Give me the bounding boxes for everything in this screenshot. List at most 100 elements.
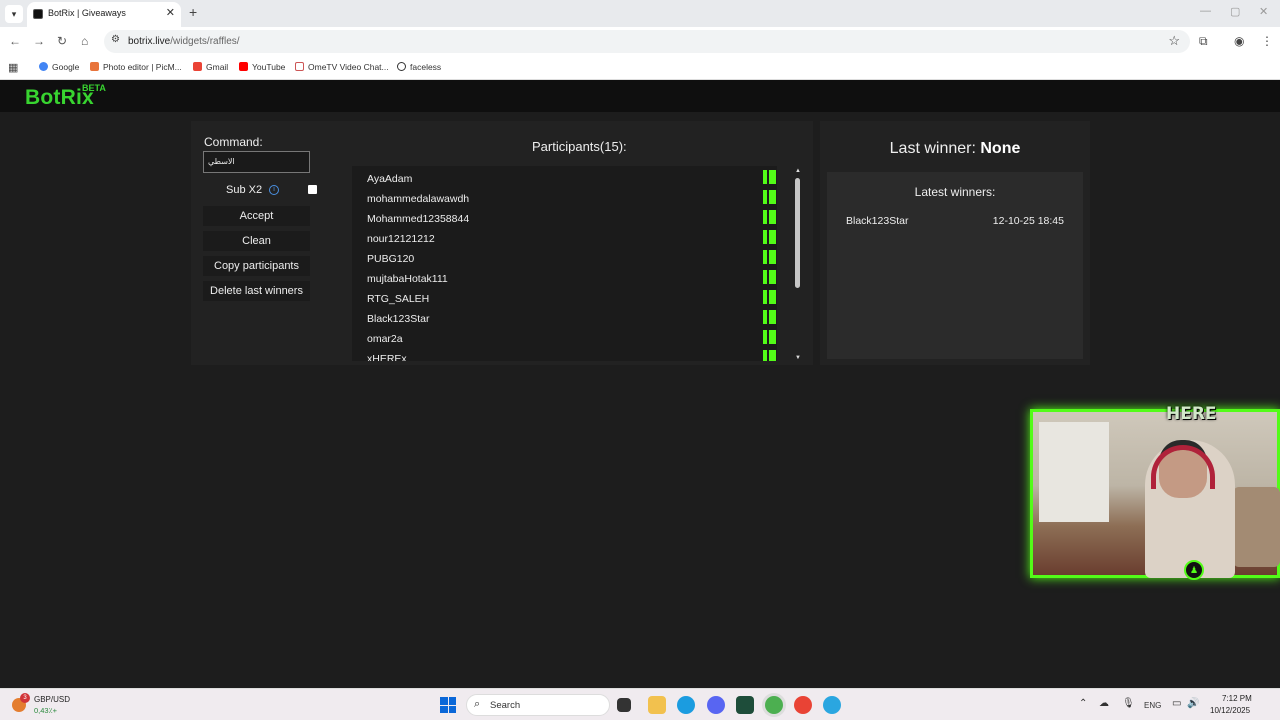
- bookmark-faceless[interactable]: faceless: [397, 62, 441, 72]
- latest-winners-title: Latest winners:: [914, 185, 996, 199]
- command-input[interactable]: الاسطي: [203, 151, 310, 173]
- last-winner-value: None: [980, 140, 1021, 157]
- participant-name: AyaAdam: [367, 173, 413, 185]
- list-item: nour12121212: [367, 229, 777, 249]
- browser-tabbar: ▾ BotRix | Giveaways ✕ + — ▢ ✕: [0, 0, 1280, 27]
- scroll-up-icon[interactable]: ▲: [795, 168, 801, 174]
- url-text: botrix.live/widgets/raffles/: [128, 36, 240, 47]
- copy-participants-button[interactable]: Copy participants: [203, 256, 310, 276]
- notification-badge: 3: [20, 693, 30, 703]
- tab-botrix[interactable]: BotRix | Giveaways ✕: [27, 2, 181, 27]
- winner-name: Black123Star: [846, 215, 909, 227]
- latest-winners-box: Latest winners: Black123Star 12-10-25 18…: [827, 172, 1083, 359]
- chrome-icon[interactable]: [765, 696, 783, 714]
- profile-avatar-icon[interactable]: ◉: [1234, 34, 1244, 48]
- kick-icon: [763, 270, 776, 284]
- list-item: PUBG120: [367, 249, 777, 269]
- beta-badge: BETA: [82, 83, 106, 93]
- new-tab-icon[interactable]: +: [189, 4, 197, 20]
- webcam-overlay: HERE ♟: [1030, 404, 1280, 580]
- participant-name: Mohammed12358844: [367, 213, 470, 225]
- google-icon: [39, 62, 48, 71]
- minimize-icon[interactable]: —: [1200, 5, 1211, 17]
- participants-list[interactable]: AyaAdam mohammedalawawdh Mohammed1235884…: [352, 166, 777, 361]
- participant-name: mujtabaHotak111: [367, 273, 448, 285]
- list-item: mujtabaHotak111: [367, 269, 777, 289]
- accept-button[interactable]: Accept: [203, 206, 310, 226]
- kick-icon: [763, 290, 776, 304]
- language-indicator[interactable]: ENG: [1144, 701, 1161, 710]
- participant-name: mohammedalawawdh: [367, 193, 470, 205]
- network-icon[interactable]: ▭: [1172, 698, 1181, 709]
- participant-name: RTG_SALEH: [367, 293, 430, 305]
- delete-last-winners-button[interactable]: Delete last winners: [203, 281, 310, 301]
- bookmarks-bar: ▦ Google Photo editor | PicM... Gmail Yo…: [0, 56, 1280, 80]
- edge-icon[interactable]: [677, 696, 695, 714]
- chrome-profile-icon[interactable]: [794, 696, 812, 714]
- scroll-down-icon[interactable]: ▼: [795, 355, 801, 361]
- microphone-icon[interactable]: 🎙: [1122, 698, 1135, 709]
- windows-start-icon[interactable]: [440, 697, 456, 713]
- site-info-icon[interactable]: ⚙: [111, 34, 120, 45]
- taskbar-search[interactable]: ⌕ Search: [466, 694, 610, 716]
- kick-icon: [763, 310, 776, 324]
- bookmark-gmail[interactable]: Gmail: [193, 62, 228, 72]
- sub-x2-label: Sub X2: [226, 184, 263, 196]
- sub-x2-checkbox[interactable]: [308, 185, 317, 194]
- photo-editor-icon: [90, 62, 99, 71]
- apps-grid-icon[interactable]: ▦: [8, 61, 18, 74]
- file-explorer-icon[interactable]: [648, 696, 666, 714]
- info-icon[interactable]: i: [269, 185, 279, 195]
- kick-icon: [763, 350, 776, 361]
- chatbot-app-icon[interactable]: [736, 696, 754, 714]
- bookmark-star-icon[interactable]: ☆: [1168, 33, 1180, 49]
- clock-date[interactable]: 10/12/2025: [1210, 706, 1250, 715]
- clock-time[interactable]: 7:12 PM: [1222, 694, 1252, 703]
- participants-scrollbar[interactable]: ▲ ▼: [792, 166, 804, 361]
- reload-icon[interactable]: ↻: [57, 34, 67, 48]
- tab-search-icon[interactable]: ▾: [5, 5, 23, 23]
- last-winner: Last winner: None: [889, 140, 1021, 157]
- gmail-icon: [193, 62, 202, 71]
- task-view-icon[interactable]: [617, 698, 631, 712]
- menu-kebab-icon[interactable]: ⋮: [1261, 34, 1273, 48]
- bookmark-google[interactable]: Google: [39, 62, 79, 72]
- participant-name: omar2a: [367, 333, 403, 345]
- clean-button[interactable]: Clean: [203, 231, 310, 251]
- app-icon[interactable]: [823, 696, 841, 714]
- tab-title: BotRix | Giveaways: [48, 8, 126, 18]
- window-close-icon[interactable]: ✕: [1259, 5, 1268, 18]
- list-item: omar2a: [367, 329, 777, 349]
- ticker-value: 0,43٪+: [34, 706, 58, 715]
- volume-icon[interactable]: 🔊: [1187, 698, 1199, 709]
- cloud-icon[interactable]: ☁: [1099, 698, 1109, 709]
- maximize-icon[interactable]: ▢: [1230, 5, 1240, 18]
- participants-title: Participants(15):: [532, 139, 627, 154]
- winners-panel: Last winner: None Latest winners: Black1…: [820, 121, 1090, 365]
- discord-icon[interactable]: [707, 696, 725, 714]
- list-item: Mohammed12358844: [367, 209, 777, 229]
- bookmark-ometv[interactable]: OmeTV Video Chat...: [295, 62, 389, 72]
- kick-icon: [763, 190, 776, 204]
- tray-chevron-icon[interactable]: ⌃: [1079, 698, 1087, 709]
- browser-toolbar: ← → ↻ ⌂ ⚙ botrix.live/widgets/raffles/ ☆…: [0, 27, 1280, 56]
- forward-icon[interactable]: →: [33, 34, 45, 48]
- extensions-icon[interactable]: ⧉: [1199, 34, 1208, 49]
- ticker-name[interactable]: GBP/USD: [34, 695, 70, 704]
- bookmark-photo-editor[interactable]: Photo editor | PicM...: [90, 62, 182, 72]
- participant-name: Black123Star: [367, 313, 430, 325]
- scrollbar-thumb[interactable]: [795, 178, 800, 288]
- participant-name: PUBG120: [367, 253, 415, 265]
- home-icon[interactable]: ⌂: [81, 34, 88, 48]
- command-label: Command:: [204, 135, 263, 149]
- address-bar[interactable]: ⚙ botrix.live/widgets/raffles/ ☆: [104, 30, 1190, 53]
- back-icon[interactable]: ←: [9, 34, 21, 48]
- close-icon[interactable]: ✕: [166, 6, 175, 19]
- streamer-badge-icon: ♟: [1184, 560, 1204, 580]
- participant-name: nour12121212: [367, 233, 435, 245]
- bookmark-youtube[interactable]: YouTube: [239, 62, 285, 72]
- participant-name: xHEREx: [367, 353, 407, 361]
- list-item: RTG_SALEH: [367, 289, 777, 309]
- search-placeholder: Search: [490, 700, 521, 711]
- kick-icon: [763, 330, 776, 344]
